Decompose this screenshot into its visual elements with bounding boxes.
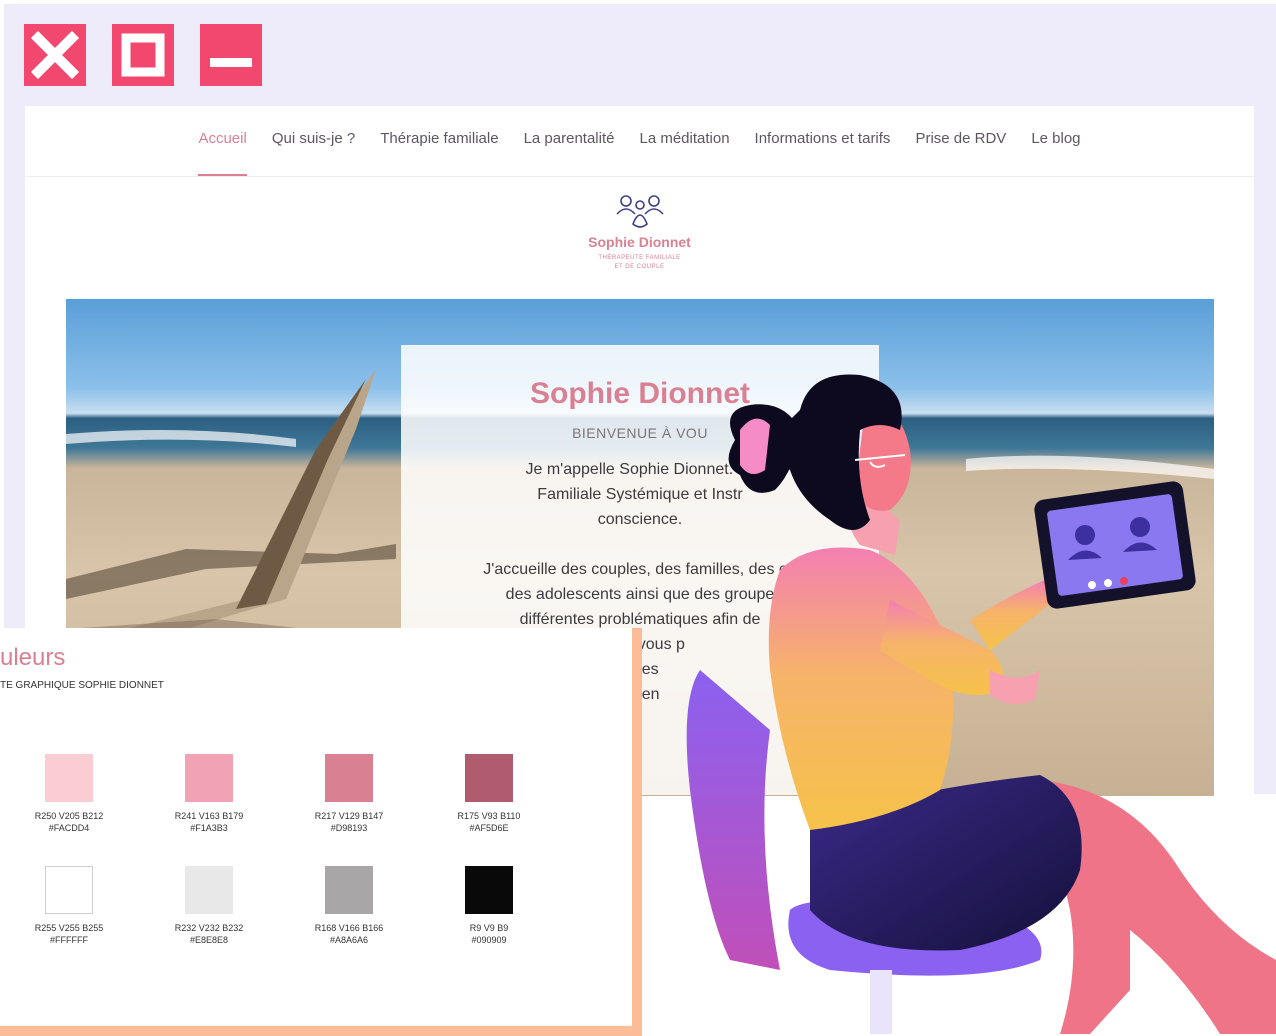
swatch-chip bbox=[325, 754, 373, 802]
swatch-rgb: R250 V205 B212 bbox=[34, 811, 104, 821]
swatch: R255 V255 B255 #FFFFFF bbox=[14, 866, 124, 945]
logo-tagline-1: THÉRAPEUTE FAMILIALE bbox=[598, 255, 681, 261]
close-button[interactable] bbox=[24, 24, 86, 86]
nav-item-meditation[interactable]: La méditation bbox=[639, 130, 729, 147]
swatch-hex: #AF5D6E bbox=[469, 823, 509, 833]
swatch-hex: #A8A6A6 bbox=[329, 935, 369, 945]
maximize-button[interactable] bbox=[112, 24, 174, 86]
swatch-rgb: R175 V93 B110 bbox=[457, 811, 521, 821]
nav-item-therapie-familiale[interactable]: Thérapie familiale bbox=[380, 130, 498, 147]
swatch-hex: #090909 bbox=[471, 935, 507, 945]
maximize-icon bbox=[121, 33, 165, 77]
logo-name: Sophie Dionnet bbox=[588, 234, 691, 250]
close-icon bbox=[30, 30, 80, 80]
nav-item-parentalite[interactable]: La parentalité bbox=[524, 130, 615, 147]
swatch: R241 V163 B179 #F1A3B3 bbox=[154, 754, 264, 833]
nav-item-prise-rdv[interactable]: Prise de RDV bbox=[915, 130, 1006, 147]
nav-item-accueil[interactable]: Accueil bbox=[198, 130, 248, 176]
family-icon bbox=[615, 195, 664, 228]
woman-video-call-illustration bbox=[686, 374, 1276, 1034]
swatch-rgb: R255 V255 B255 bbox=[34, 923, 104, 933]
swatch: R175 V93 B110 #AF5D6E bbox=[434, 754, 544, 833]
nav-item-blog[interactable]: Le blog bbox=[1031, 130, 1080, 147]
swatch-rgb: R9 V9 B9 bbox=[469, 923, 509, 933]
swatch-rgb: R217 V129 B147 bbox=[314, 811, 384, 821]
palette-subtitle: TE GRAPHIQUE SOPHIE DIONNET bbox=[0, 680, 164, 691]
swatch: R217 V129 B147 #D98193 bbox=[294, 754, 404, 833]
minimize-icon bbox=[210, 58, 252, 67]
swatch-chip bbox=[465, 866, 513, 914]
swatch-rgb: R232 V232 B232 bbox=[174, 923, 244, 933]
swatch-chip bbox=[325, 866, 373, 914]
nav-item-qui-suis-je[interactable]: Qui suis-je ? bbox=[272, 130, 355, 147]
swatch-hex: #D98193 bbox=[330, 823, 368, 833]
palette-title: uleurs bbox=[0, 644, 66, 671]
swatch-chip bbox=[45, 866, 93, 914]
nav-item-informations-tarifs[interactable]: Informations et tarifs bbox=[755, 130, 891, 147]
swatch-hex: #F1A3B3 bbox=[190, 823, 228, 833]
swatch-rgb: R168 V166 B166 bbox=[314, 923, 384, 933]
swatch: R168 V166 B166 #A8A6A6 bbox=[294, 866, 404, 945]
site-logo[interactable]: Sophie Dionnet THÉRAPEUTE FAMILIALE ET D… bbox=[25, 194, 1254, 272]
logo-tagline-2: ET DE COUPLE bbox=[614, 264, 665, 270]
swatch-hex: #FFFFFF bbox=[50, 935, 88, 945]
swatch: R232 V232 B232 #E8E8E8 bbox=[154, 866, 264, 945]
swatch-hex: #FACDD4 bbox=[48, 823, 90, 833]
top-navigation: Accueil Qui suis-je ? Thérapie familiale… bbox=[25, 106, 1254, 177]
swatch-chip bbox=[465, 754, 513, 802]
swatch-chip bbox=[185, 866, 233, 914]
swatch-rgb: R241 V163 B179 bbox=[174, 811, 244, 821]
swatch: R250 V205 B212 #FACDD4 bbox=[14, 754, 124, 833]
swatch: R9 V9 B9 #090909 bbox=[434, 866, 544, 945]
swatch-chip bbox=[185, 754, 233, 802]
color-palette-card: uleurs TE GRAPHIQUE SOPHIE DIONNET R250 … bbox=[0, 628, 642, 1036]
swatch-chip bbox=[45, 754, 93, 802]
swatch-hex: #E8E8E8 bbox=[189, 935, 229, 945]
minimize-button[interactable] bbox=[200, 24, 262, 86]
